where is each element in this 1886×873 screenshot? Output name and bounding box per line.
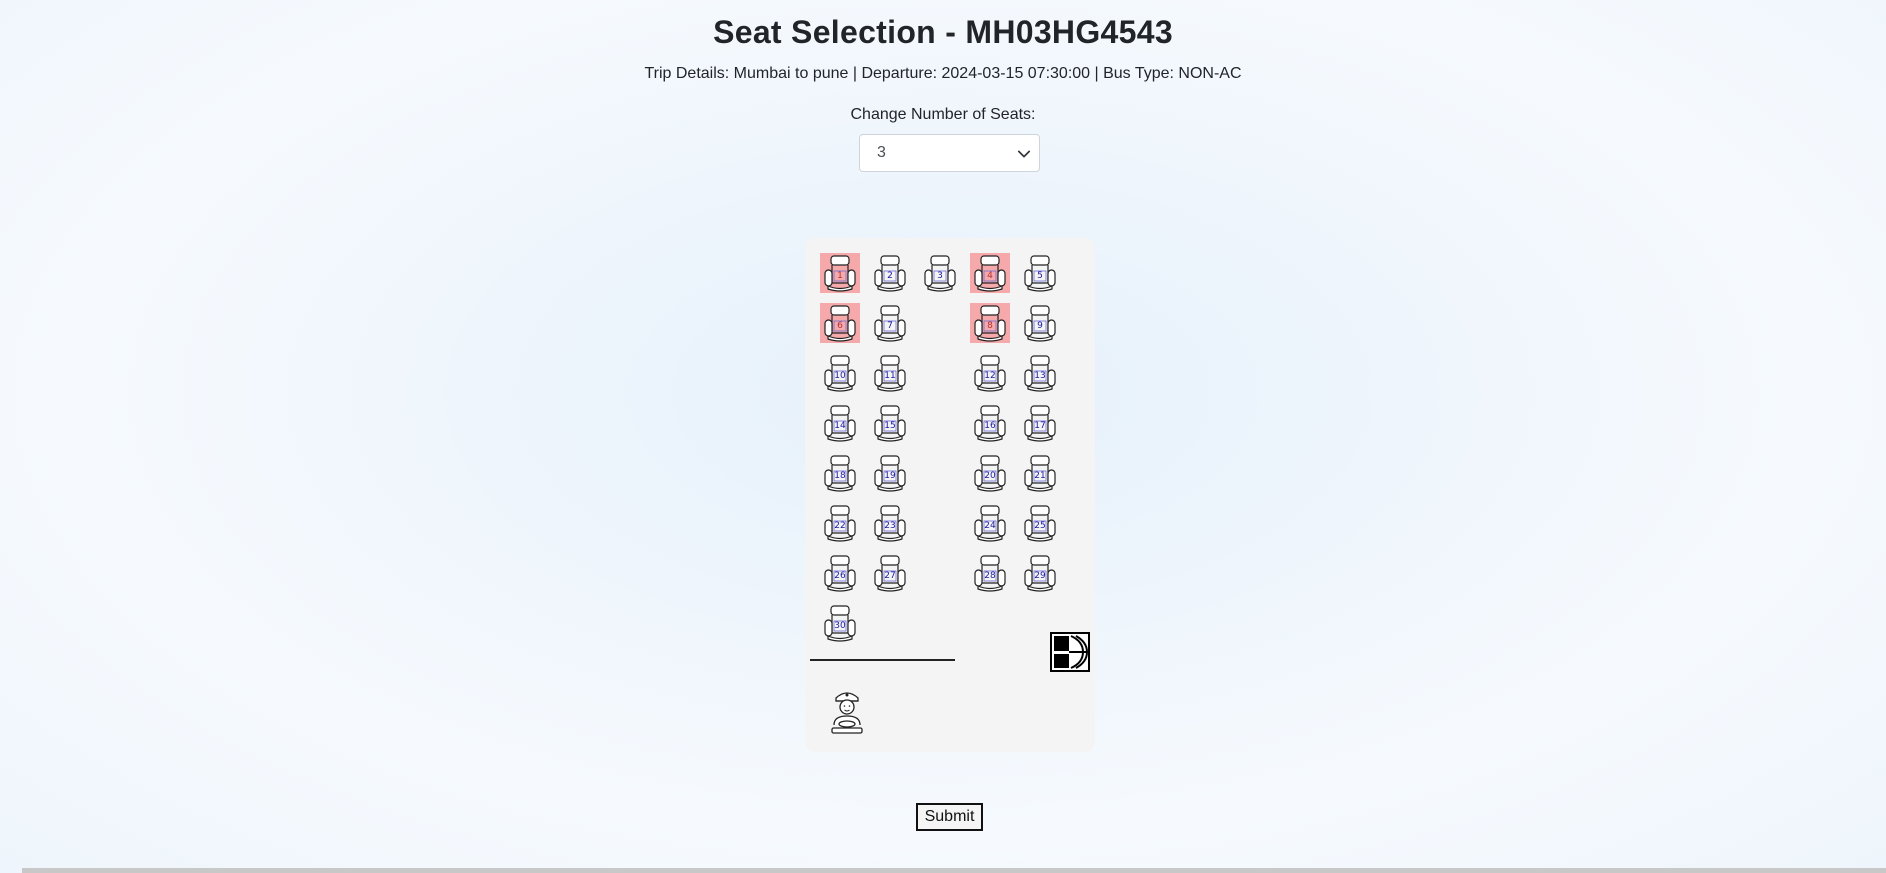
seat-number: 4 [987,271,993,281]
seat-number: 27 [884,571,896,581]
seat-number: 2 [887,271,893,281]
seat-12[interactable]: 12 [970,353,1010,393]
seat-6[interactable]: 6 [820,303,860,343]
seat-18[interactable]: 18 [820,453,860,493]
seat-29[interactable]: 29 [1020,553,1060,593]
seat-5[interactable]: 5 [1020,253,1060,293]
seat-number: 10 [834,371,846,381]
seat-number: 8 [987,321,993,331]
seat-number: 16 [984,421,996,431]
seat-number: 21 [1034,471,1046,481]
seat-number: 20 [984,471,996,481]
seat-9[interactable]: 9 [1020,303,1060,343]
page-title: Seat Selection - MH03HG4543 [713,14,1173,50]
seat-21[interactable]: 21 [1020,453,1060,493]
seat-number: 1 [837,271,843,281]
seat-number: 7 [887,321,893,331]
submit-button[interactable]: Submit [916,803,983,831]
seat-count-label: Change Number of Seats: [850,106,1036,123]
seat-20[interactable]: 20 [970,453,1010,493]
seat-22[interactable]: 22 [820,503,860,543]
seat-15[interactable]: 15 [870,403,910,443]
seat-count-select[interactable]: 3 [859,134,1040,172]
seat-number: 17 [1034,421,1046,431]
chevron-down-icon [1017,150,1031,158]
seat-number: 18 [834,471,846,481]
seat-17[interactable]: 17 [1020,403,1060,443]
seat-number: 28 [984,571,996,581]
seat-11[interactable]: 11 [870,353,910,393]
seat-27[interactable]: 27 [870,553,910,593]
seat-23[interactable]: 23 [870,503,910,543]
seat-number: 13 [1034,371,1046,381]
seat-number: 22 [834,521,846,531]
seat-number: 26 [834,571,846,581]
driver-partition [810,659,955,661]
trip-details: Trip Details: Mumbai to pune | Departure… [644,65,1242,82]
seat-4[interactable]: 4 [970,253,1010,293]
seat-number: 19 [884,471,896,481]
seat-24[interactable]: 24 [970,503,1010,543]
seat-number: 24 [984,521,996,531]
seat-number: 25 [1034,521,1046,531]
seat-7[interactable]: 7 [870,303,910,343]
door-icon [1050,632,1090,672]
seat-1[interactable]: 1 [820,253,860,293]
seat-16[interactable]: 16 [970,403,1010,443]
seat-14[interactable]: 14 [820,403,860,443]
seat-number: 29 [1034,571,1046,581]
seat-28[interactable]: 28 [970,553,1010,593]
seat-number: 15 [884,421,896,431]
seat-number: 3 [937,271,943,281]
seat-number: 12 [984,371,996,381]
seat-number: 5 [1037,271,1043,281]
seat-number: 9 [1037,321,1043,331]
seat-26[interactable]: 26 [820,553,860,593]
seat-number: 23 [884,521,896,531]
seat-3[interactable]: 3 [920,253,960,293]
seat-number: 11 [884,371,896,381]
seat-number: 6 [837,321,843,331]
seat-count-value: 3 [877,144,886,161]
driver-icon [831,692,863,734]
seat-8[interactable]: 8 [970,303,1010,343]
seat-number: 30 [834,621,846,631]
seat-number: 14 [834,421,846,431]
horizontal-scrollbar[interactable] [22,868,1886,873]
seat-30[interactable]: 30 [820,603,860,643]
seat-2[interactable]: 2 [870,253,910,293]
seat-25[interactable]: 25 [1020,503,1060,543]
seat-13[interactable]: 13 [1020,353,1060,393]
seat-10[interactable]: 10 [820,353,860,393]
bus-layout: 1 2 3 4 5 6 7 8 9 10 11 12 13 14 15 16 17 18 19 20 21 22 23 24 2… [805,238,1095,752]
seat-19[interactable]: 19 [870,453,910,493]
